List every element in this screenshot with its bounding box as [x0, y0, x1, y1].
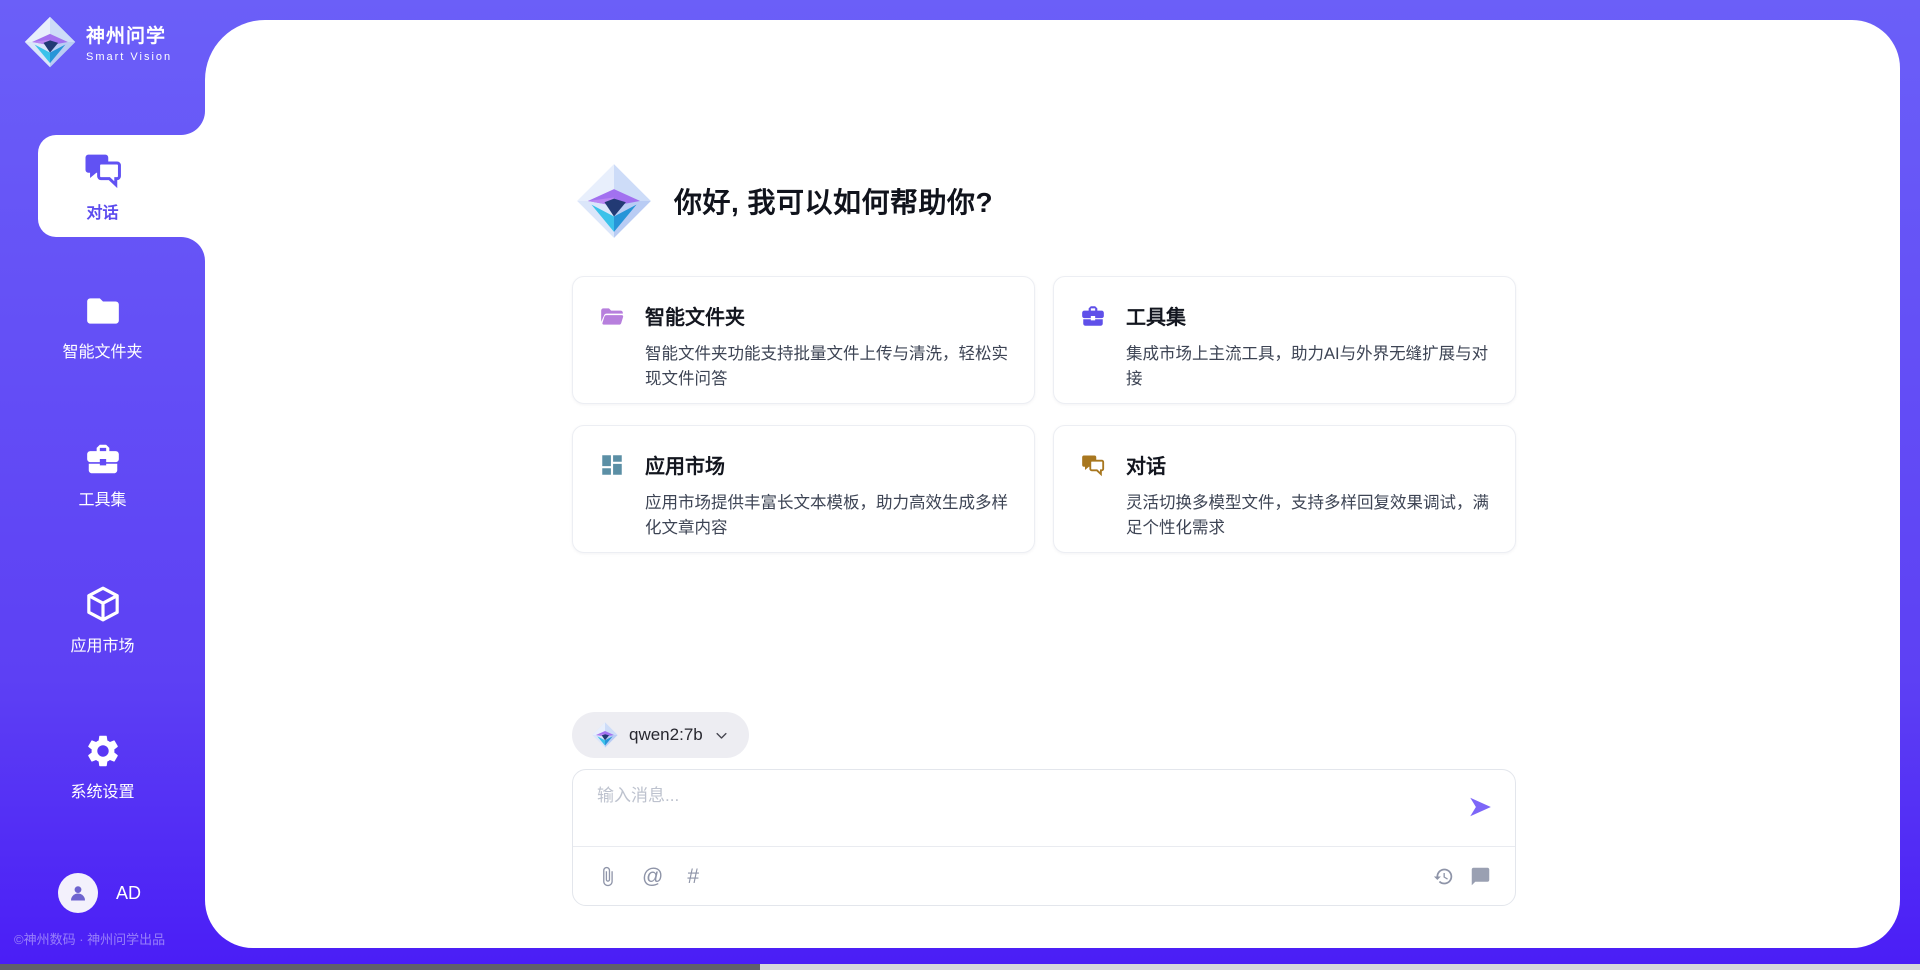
brand-logo: 神州问学 Smart Vision	[24, 16, 172, 68]
attachment-icon[interactable]	[597, 866, 618, 887]
avatar	[58, 873, 98, 913]
app-root: { "brand": { "name": "神州问学", "subtitle":…	[0, 0, 1920, 970]
sidebar-item-app-market[interactable]: 应用市场	[0, 584, 205, 656]
history-icon[interactable]	[1433, 866, 1454, 887]
hashtag-icon[interactable]: #	[687, 866, 699, 887]
grid-icon	[599, 452, 625, 478]
tab-curve-bottom	[181, 237, 205, 261]
chevron-down-icon	[714, 728, 729, 743]
sidebar-item-smart-folder[interactable]: 智能文件夹	[0, 292, 205, 362]
sidebar-item-chat[interactable]: 对话	[0, 135, 205, 237]
card-title: 对话	[1126, 450, 1166, 479]
send-icon[interactable]	[1467, 794, 1493, 820]
assistant-diamond-icon	[576, 163, 652, 239]
card-title: 应用市场	[645, 450, 725, 479]
brand-name: 神州问学	[86, 21, 172, 48]
composer-toolbar-right	[1433, 866, 1491, 887]
main-panel: 你好, 我可以如何帮助你? 智能文件夹 智能文件夹功能支持批量文件上传与清洗，轻…	[205, 20, 1900, 948]
card-toolset[interactable]: 工具集 集成市场上主流工具，助力AI与外界无缝扩展与对接	[1053, 276, 1516, 404]
sidebar-item-label: 应用市场	[70, 632, 134, 656]
chat-icon	[82, 149, 124, 191]
card-description: 智能文件夹功能支持批量文件上传与清洗，轻松实现文件问答	[645, 342, 1017, 392]
mention-icon[interactable]: @	[642, 866, 663, 887]
horizontal-scrollbar[interactable]	[0, 964, 1920, 970]
model-name: qwen2:7b	[629, 725, 703, 745]
folder-icon	[82, 292, 124, 330]
briefcase-icon	[1080, 303, 1106, 329]
user-icon	[66, 881, 90, 905]
message-input[interactable]	[597, 786, 1437, 806]
briefcase-icon	[82, 440, 124, 478]
sidebar-item-label: 系统设置	[70, 778, 134, 802]
sidebar-item-toolset[interactable]: 工具集	[0, 440, 205, 510]
feature-cards: 智能文件夹 智能文件夹功能支持批量文件上传与清洗，轻松实现文件问答 工具集 集成…	[572, 276, 1516, 553]
account-button[interactable]: AD	[58, 873, 141, 913]
card-description: 灵活切换多模型文件，支持多样回复效果调试，满足个性化需求	[1126, 491, 1498, 541]
card-title: 工具集	[1126, 301, 1186, 330]
scrollbar-thumb[interactable]	[0, 964, 760, 970]
sidebar-item-label: 智能文件夹	[62, 338, 142, 362]
model-selector[interactable]: qwen2:7b	[572, 712, 749, 758]
sidebar-item-settings[interactable]: 系统设置	[0, 732, 205, 802]
gear-icon	[82, 732, 124, 770]
chat-square-icon[interactable]	[1470, 866, 1491, 887]
card-smart-folder[interactable]: 智能文件夹 智能文件夹功能支持批量文件上传与清洗，轻松实现文件问答	[572, 276, 1035, 404]
card-title: 智能文件夹	[645, 301, 745, 330]
brand-subtitle: Smart Vision	[86, 51, 172, 63]
message-composer: @ #	[572, 769, 1516, 906]
greeting: 你好, 我可以如何帮助你?	[576, 163, 993, 239]
cube-icon	[82, 584, 124, 624]
card-description: 集成市场上主流工具，助力AI与外界无缝扩展与对接	[1126, 342, 1498, 392]
card-chat[interactable]: 对话 灵活切换多模型文件，支持多样回复效果调试，满足个性化需求	[1053, 425, 1516, 553]
copyright-text: ©神州数码 · 神州问学出品	[14, 929, 165, 948]
tab-curve-top	[181, 111, 205, 135]
card-app-market[interactable]: 应用市场 应用市场提供丰富长文本模板，助力高效生成多样化文章内容	[572, 425, 1035, 553]
brand-diamond-icon	[24, 16, 76, 68]
model-diamond-icon	[592, 722, 618, 748]
sidebar-item-label: 工具集	[78, 486, 126, 510]
sidebar-item-label: 对话	[86, 199, 118, 223]
composer-toolbar: @ #	[573, 847, 1515, 905]
folder-open-icon	[599, 303, 625, 329]
account-initials: AD	[116, 883, 141, 904]
card-description: 应用市场提供丰富长文本模板，助力高效生成多样化文章内容	[645, 491, 1017, 541]
sidebar: 神州问学 Smart Vision 对话 智能文件夹 工具集 应用市场	[0, 0, 205, 970]
chat-icon	[1080, 452, 1106, 478]
greeting-text: 你好, 我可以如何帮助你?	[674, 181, 993, 221]
